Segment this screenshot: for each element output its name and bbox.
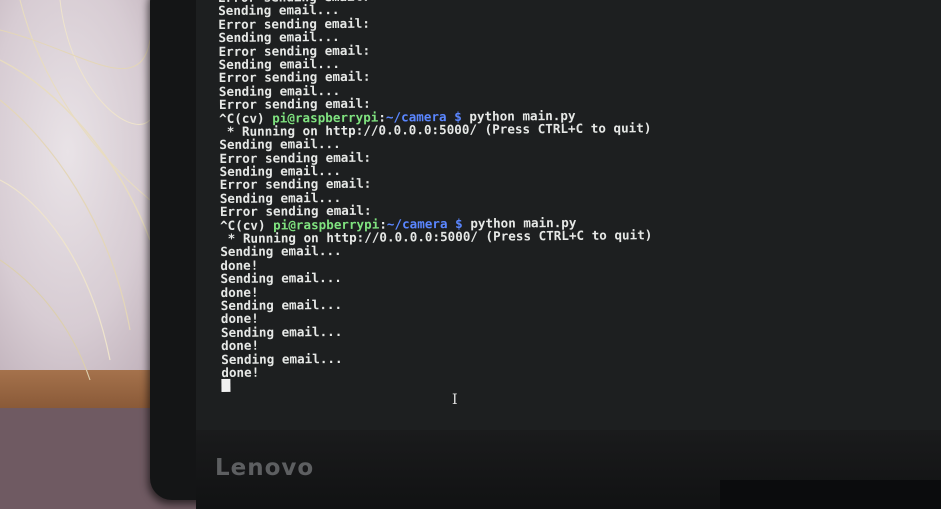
monitor-stand xyxy=(720,480,941,509)
brand-logo: Lenovo xyxy=(215,455,315,481)
ibeam-pointer-icon: I xyxy=(452,392,458,408)
text-cursor-icon xyxy=(221,379,231,393)
terminal-screen[interactable]: Error sending email:Sending email...Erro… xyxy=(196,0,941,430)
terminal-output: Error sending email:Sending email...Erro… xyxy=(218,0,941,393)
